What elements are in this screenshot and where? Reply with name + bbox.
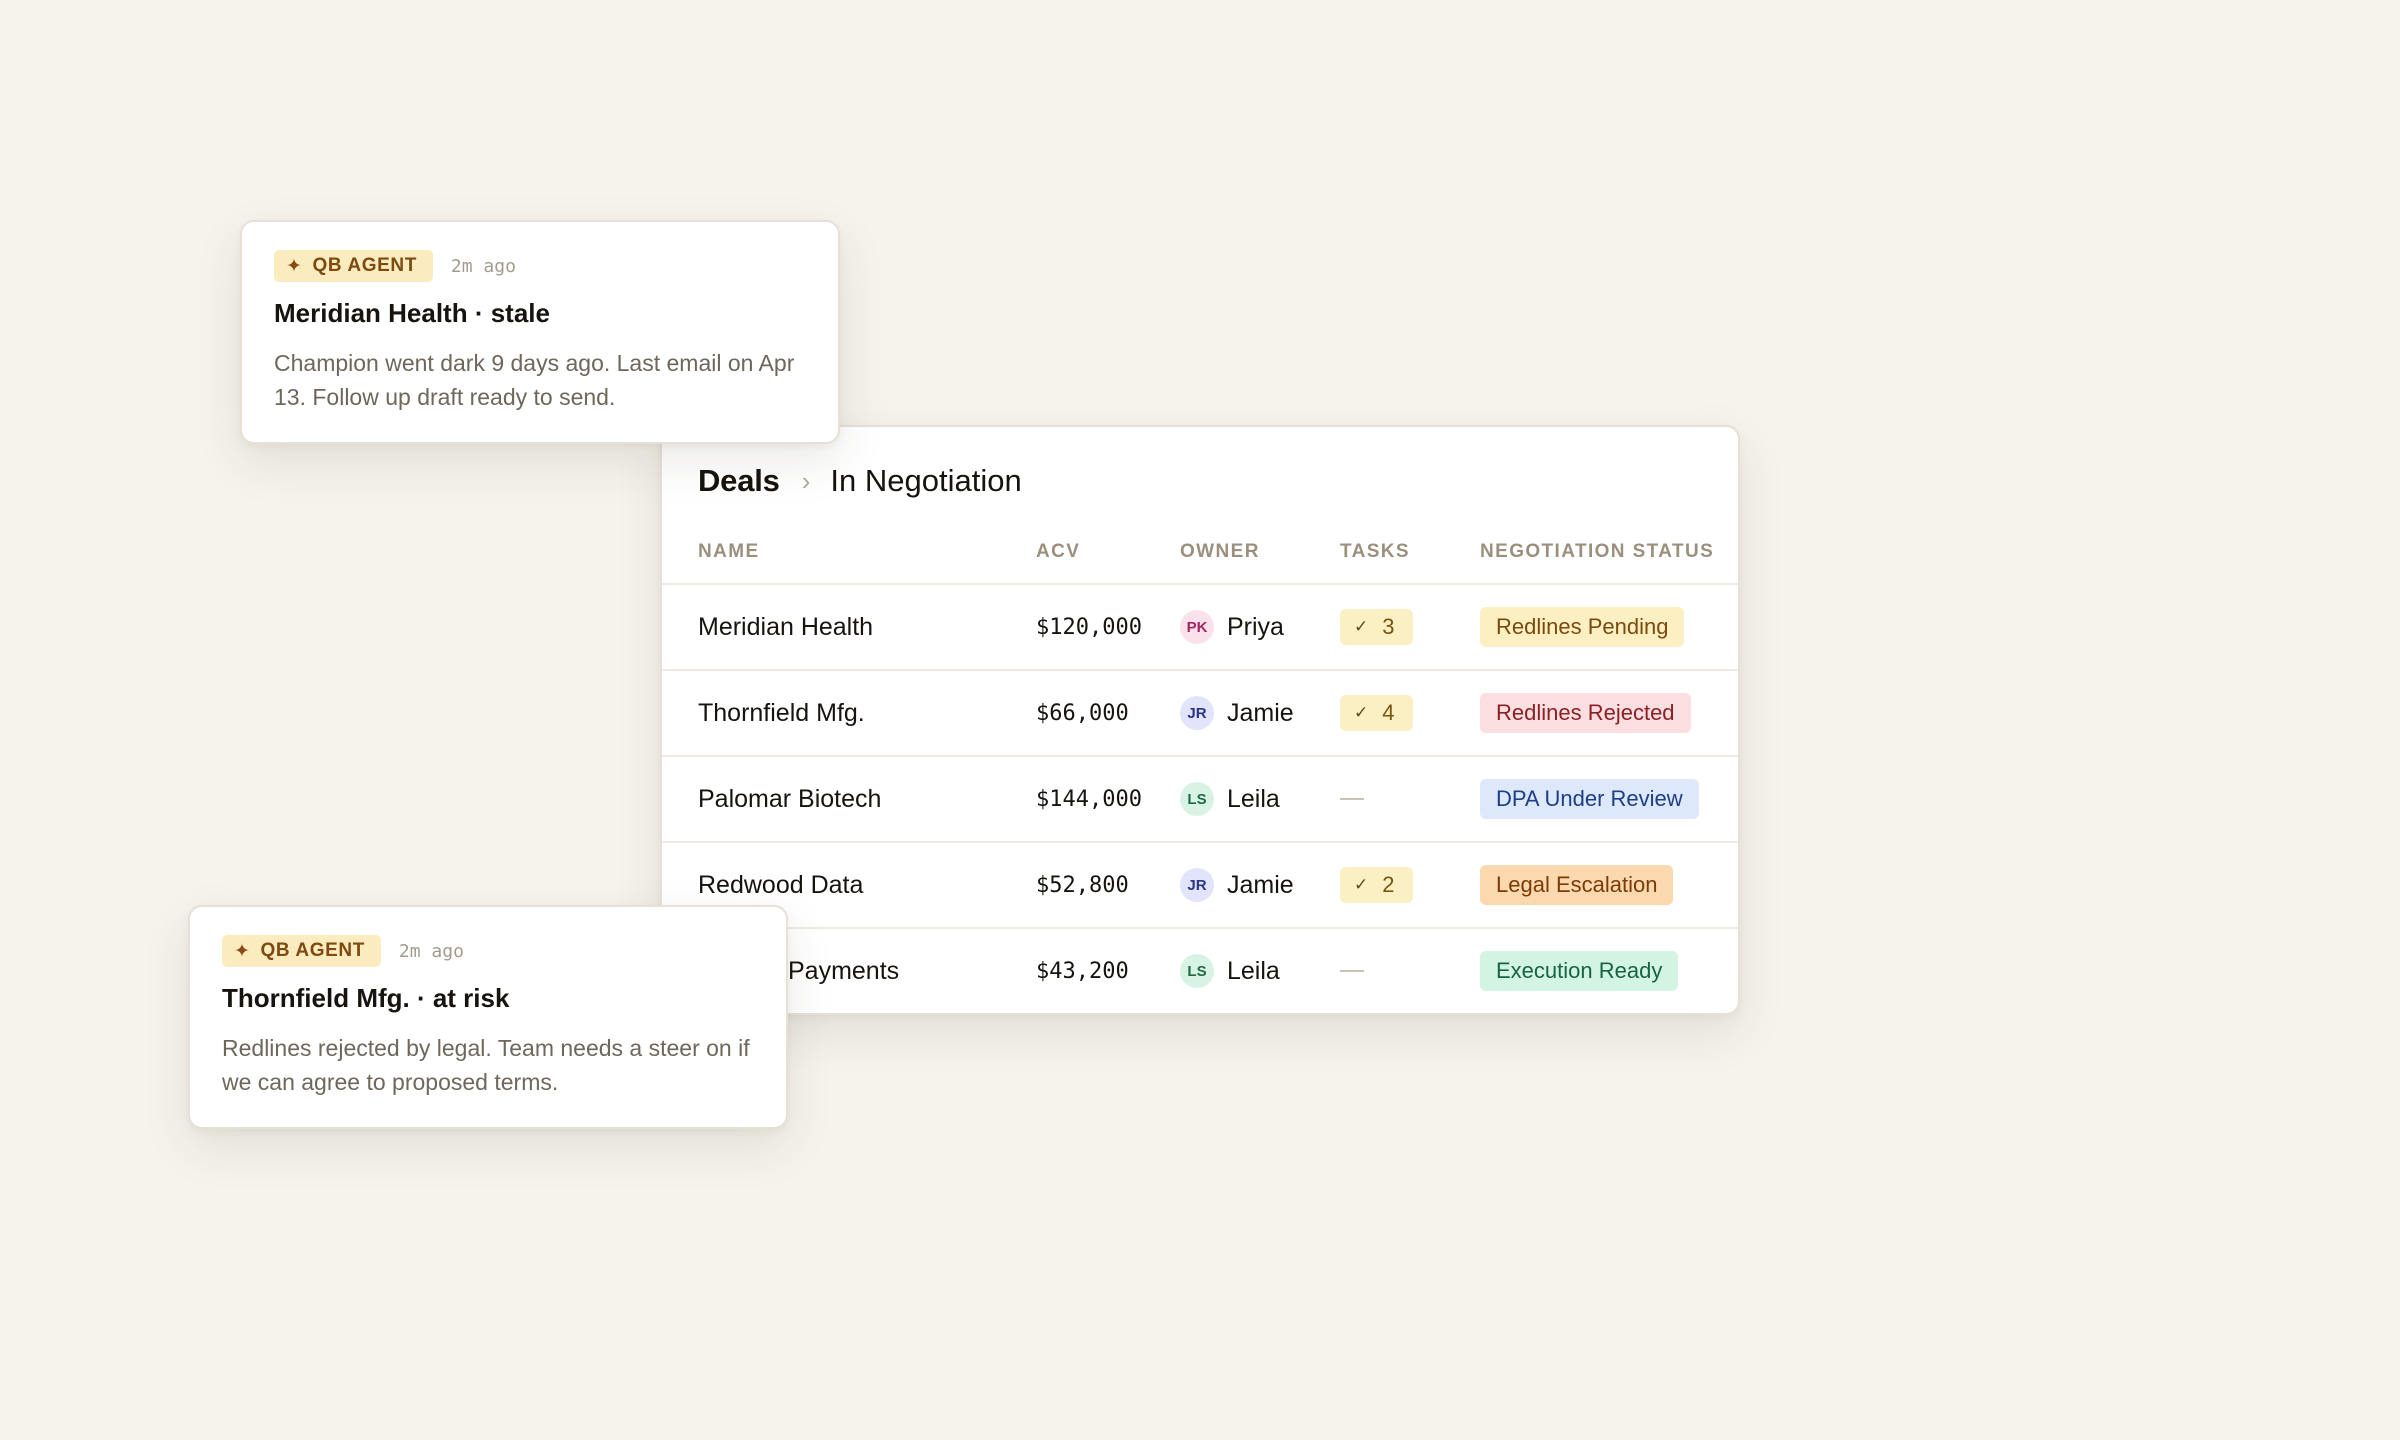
- no-tasks-dash: [1340, 798, 1364, 800]
- breadcrumb-current: In Negotiation: [830, 463, 1022, 498]
- no-tasks-dash: [1340, 970, 1364, 972]
- agent-card-message: Redlines rejected by legal. Team needs a…: [222, 1035, 750, 1095]
- column-header-owner[interactable]: OWNER: [1180, 535, 1260, 569]
- agent-card-title: Meridian Health · stale: [274, 298, 550, 328]
- agent-card-header: ✦ QB AGENT 2m ago: [274, 250, 516, 282]
- owner-cell[interactable]: LS Leila: [1180, 929, 1280, 1013]
- deal-name[interactable]: Thornfield Mfg.: [698, 699, 865, 728]
- owner-cell[interactable]: LS Leila: [1180, 757, 1280, 841]
- chevron-right-icon: ›: [801, 465, 811, 496]
- avatar: LS: [1180, 782, 1214, 816]
- owner-cell[interactable]: JR Jamie: [1180, 671, 1294, 755]
- table-row[interactable]: Thornfield Mfg. $66,000 JR Jamie ✓ 4 Red…: [662, 669, 1738, 755]
- task-count: 4: [1382, 700, 1395, 725]
- deals-table-card: Deals › In Negotiation NAME ACV OWNER TA…: [660, 425, 1740, 1015]
- task-count: 2: [1382, 872, 1395, 897]
- owner-name: Priya: [1227, 612, 1284, 641]
- check-icon: ✓: [1354, 617, 1369, 636]
- table-header: NAME ACV OWNER TASKS NEGOTIATION STATUS: [662, 535, 1738, 569]
- status-badge[interactable]: DPA Under Review: [1480, 779, 1699, 819]
- task-count-badge[interactable]: ✓ 2: [1340, 867, 1413, 903]
- table-body: Meridian Health $120,000 PK Priya ✓ 3 Re…: [662, 583, 1738, 1013]
- deal-name[interactable]: Meridian Health: [698, 613, 873, 642]
- breadcrumb-deals[interactable]: Deals: [698, 463, 780, 499]
- column-header-name[interactable]: NAME: [698, 535, 760, 569]
- owner-name: Jamie: [1227, 870, 1294, 899]
- owner-cell[interactable]: JR Jamie: [1180, 843, 1294, 927]
- table-row[interactable]: Payments $43,200 LS Leila Execution Read…: [662, 927, 1738, 1013]
- owner-name: Leila: [1227, 784, 1280, 813]
- sparkle-icon: ✦: [234, 940, 251, 962]
- owner-cell[interactable]: PK Priya: [1180, 585, 1284, 669]
- task-count-badge[interactable]: ✓ 3: [1340, 609, 1413, 645]
- agent-notification-card[interactable]: ✦ QB AGENT 2m ago Meridian Health · stal…: [240, 220, 840, 444]
- deal-acv: $43,200: [1036, 958, 1129, 984]
- avatar: JR: [1180, 868, 1214, 902]
- deal-name[interactable]: Palomar Biotech: [698, 785, 881, 814]
- avatar: LS: [1180, 954, 1214, 988]
- column-header-tasks[interactable]: TASKS: [1340, 535, 1410, 569]
- status-badge[interactable]: Redlines Pending: [1480, 607, 1685, 647]
- task-count: 3: [1382, 614, 1395, 639]
- agent-card-header: ✦ QB AGENT 2m ago: [222, 935, 464, 967]
- agent-timestamp: 2m ago: [450, 255, 516, 277]
- status-badge[interactable]: Execution Ready: [1480, 951, 1679, 991]
- agent-badge-label: QB AGENT: [260, 940, 365, 961]
- deal-acv: $120,000: [1036, 614, 1142, 640]
- table-row[interactable]: Palomar Biotech $144,000 LS Leila DPA Un…: [662, 755, 1738, 841]
- agent-timestamp: 2m ago: [398, 940, 464, 962]
- column-header-acv[interactable]: ACV: [1036, 535, 1080, 569]
- sparkle-icon: ✦: [286, 255, 303, 277]
- owner-name: Jamie: [1227, 698, 1294, 727]
- avatar: JR: [1180, 696, 1214, 730]
- agent-card-title: Thornfield Mfg. · at risk: [222, 983, 510, 1013]
- agent-badge-label: QB AGENT: [312, 255, 417, 276]
- deal-acv: $144,000: [1036, 786, 1142, 812]
- deal-name[interactable]: Redwood Data: [698, 871, 863, 900]
- task-count-badge[interactable]: ✓ 4: [1340, 695, 1413, 731]
- agent-card-message: Champion went dark 9 days ago. Last emai…: [274, 350, 795, 410]
- status-badge[interactable]: Redlines Rejected: [1480, 693, 1691, 733]
- deal-name[interactable]: Payments: [788, 957, 899, 986]
- check-icon: ✓: [1354, 875, 1369, 894]
- check-icon: ✓: [1354, 703, 1369, 722]
- deal-acv: $52,800: [1036, 872, 1129, 898]
- table-row[interactable]: Meridian Health $120,000 PK Priya ✓ 3 Re…: [662, 583, 1738, 669]
- column-header-negotiation-status[interactable]: NEGOTIATION STATUS: [1480, 535, 1714, 569]
- breadcrumb: Deals › In Negotiation: [698, 459, 1022, 503]
- agent-badge: ✦ QB AGENT: [274, 250, 433, 282]
- owner-name: Leila: [1227, 956, 1280, 985]
- agent-notification-card[interactable]: ✦ QB AGENT 2m ago Thornfield Mfg. · at r…: [188, 905, 788, 1129]
- status-badge[interactable]: Legal Escalation: [1480, 865, 1674, 905]
- deal-acv: $66,000: [1036, 700, 1129, 726]
- avatar: PK: [1180, 610, 1214, 644]
- table-row[interactable]: Redwood Data $52,800 JR Jamie ✓ 2 Legal …: [662, 841, 1738, 927]
- agent-badge: ✦ QB AGENT: [222, 935, 381, 967]
